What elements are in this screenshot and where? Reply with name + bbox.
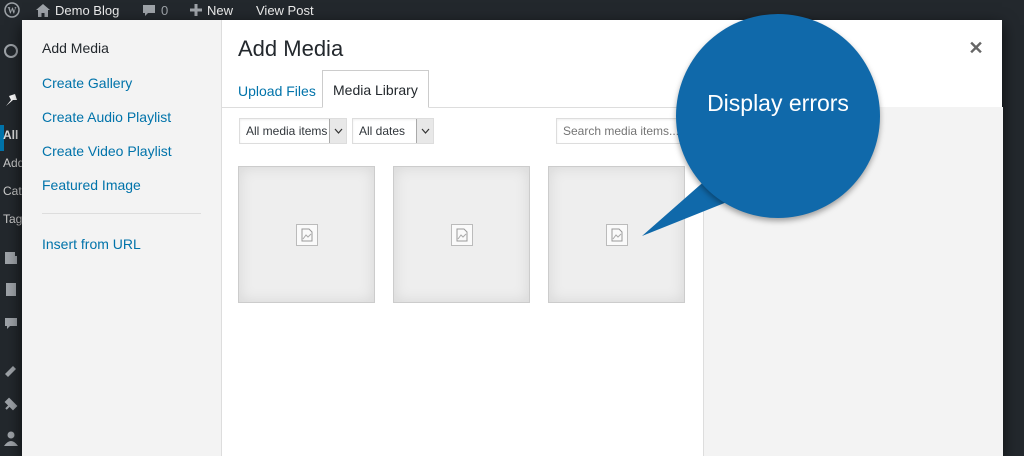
callout-text: Display errors <box>707 90 849 117</box>
callout-pointer <box>642 178 742 236</box>
annotation-callout: Display errors <box>676 14 880 218</box>
